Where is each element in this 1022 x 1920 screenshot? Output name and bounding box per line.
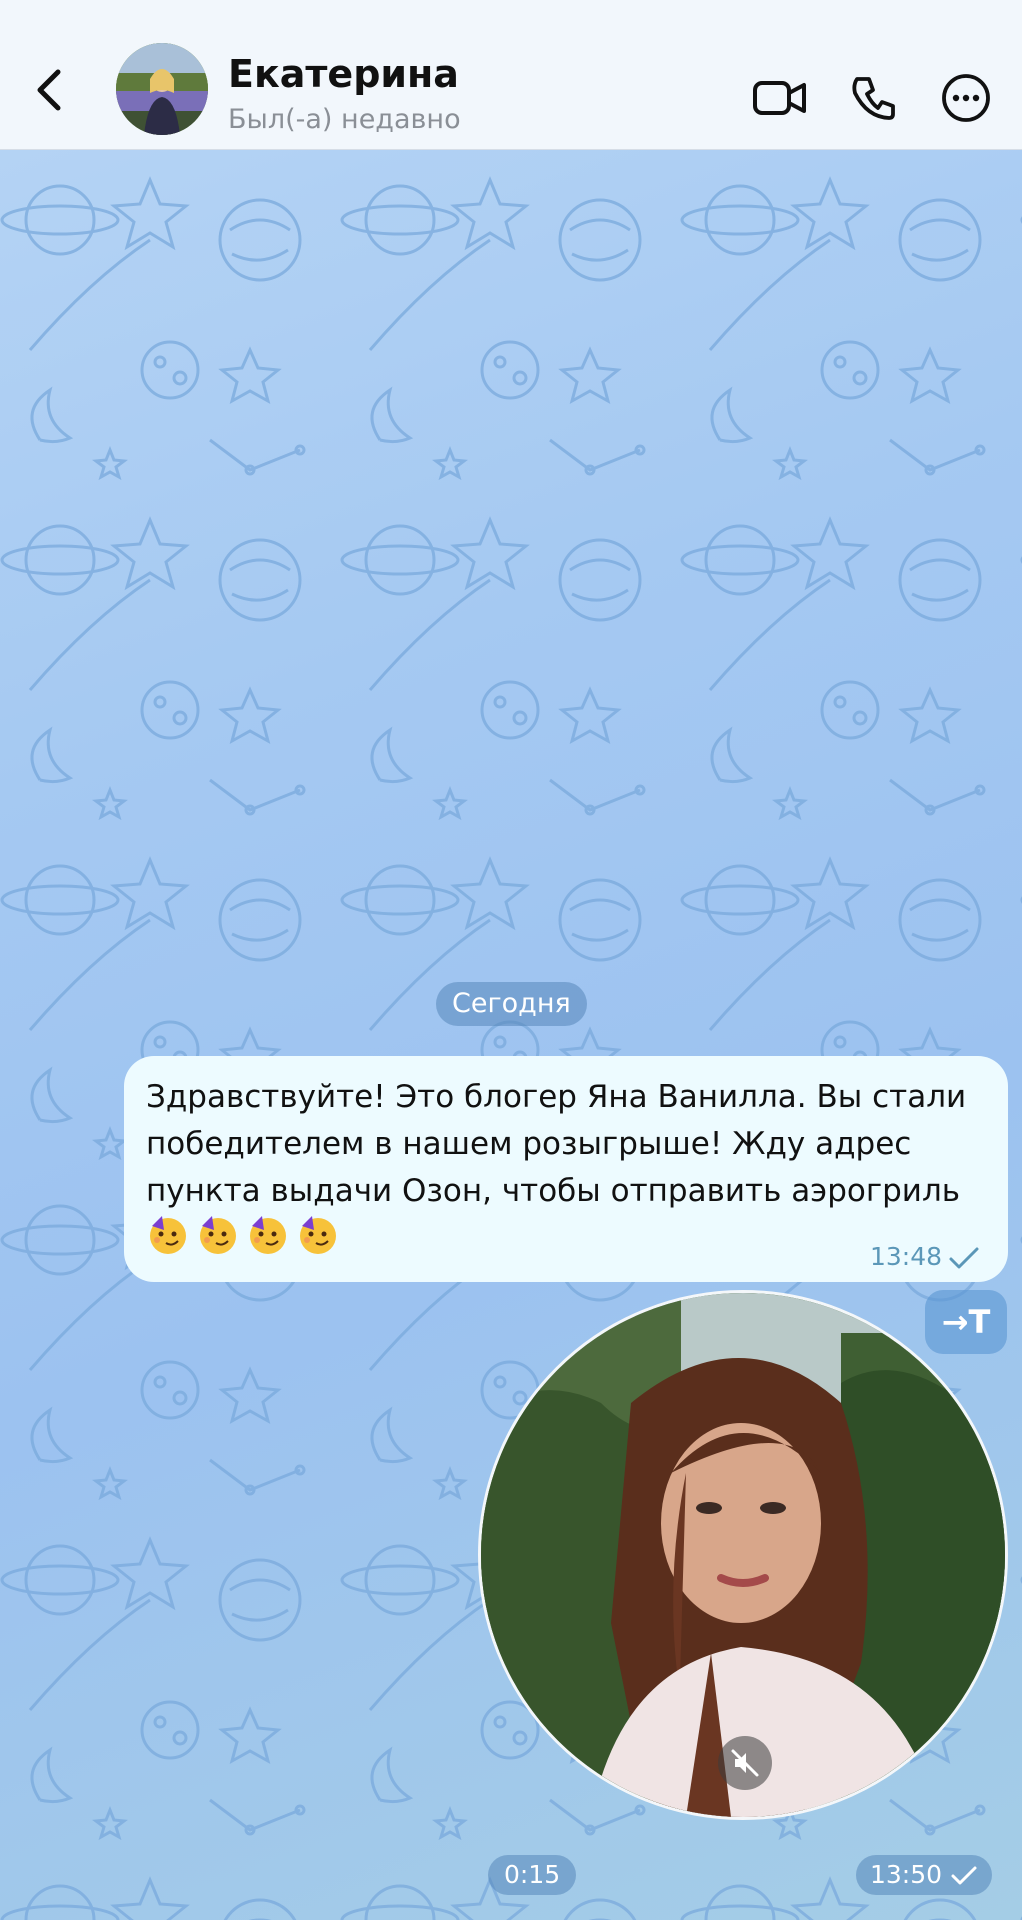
mute-button[interactable] <box>718 1736 772 1790</box>
more-dots-icon <box>942 74 990 122</box>
partying-face-emoji <box>300 1216 336 1254</box>
chevron-left-icon <box>37 69 61 111</box>
contact-name[interactable]: Екатерина <box>228 52 459 96</box>
avatar[interactable] <box>116 43 208 135</box>
date-separator: Сегодня <box>436 982 587 1026</box>
video-camera-icon <box>753 81 806 115</box>
back-button[interactable] <box>20 50 76 130</box>
phone-icon <box>852 77 895 120</box>
video-time: 13:50 <box>870 1860 943 1889</box>
translate-button[interactable]: →T <box>925 1290 1007 1354</box>
avatar-photo <box>116 43 208 135</box>
partying-face-emoji <box>200 1216 236 1254</box>
video-duration: 0:15 <box>488 1855 577 1895</box>
voice-call-button[interactable] <box>844 68 904 128</box>
video-call-button[interactable] <box>750 68 810 128</box>
message-bubble[interactable]: Здравствуйте! Это блогер Яна Ванилла. Вы… <box>124 1056 1008 1282</box>
chat-header: Екатерина Был(-а) недавно <box>0 0 1022 150</box>
video-time-badge: 13:50 <box>856 1855 993 1895</box>
speaker-muted-icon <box>731 1749 759 1777</box>
single-check-icon <box>949 1247 979 1269</box>
partying-face-emoji <box>250 1216 286 1254</box>
more-options-button[interactable] <box>936 68 996 128</box>
partying-face-emoji <box>150 1216 186 1254</box>
message-time: 13:48 <box>869 1242 942 1271</box>
message-text: Здравствуйте! Это блогер Яна Ванилла. Вы… <box>146 1079 967 1209</box>
contact-status: Был(-а) недавно <box>228 104 461 135</box>
emoji-row <box>146 1212 340 1256</box>
single-check-icon <box>951 1866 977 1885</box>
